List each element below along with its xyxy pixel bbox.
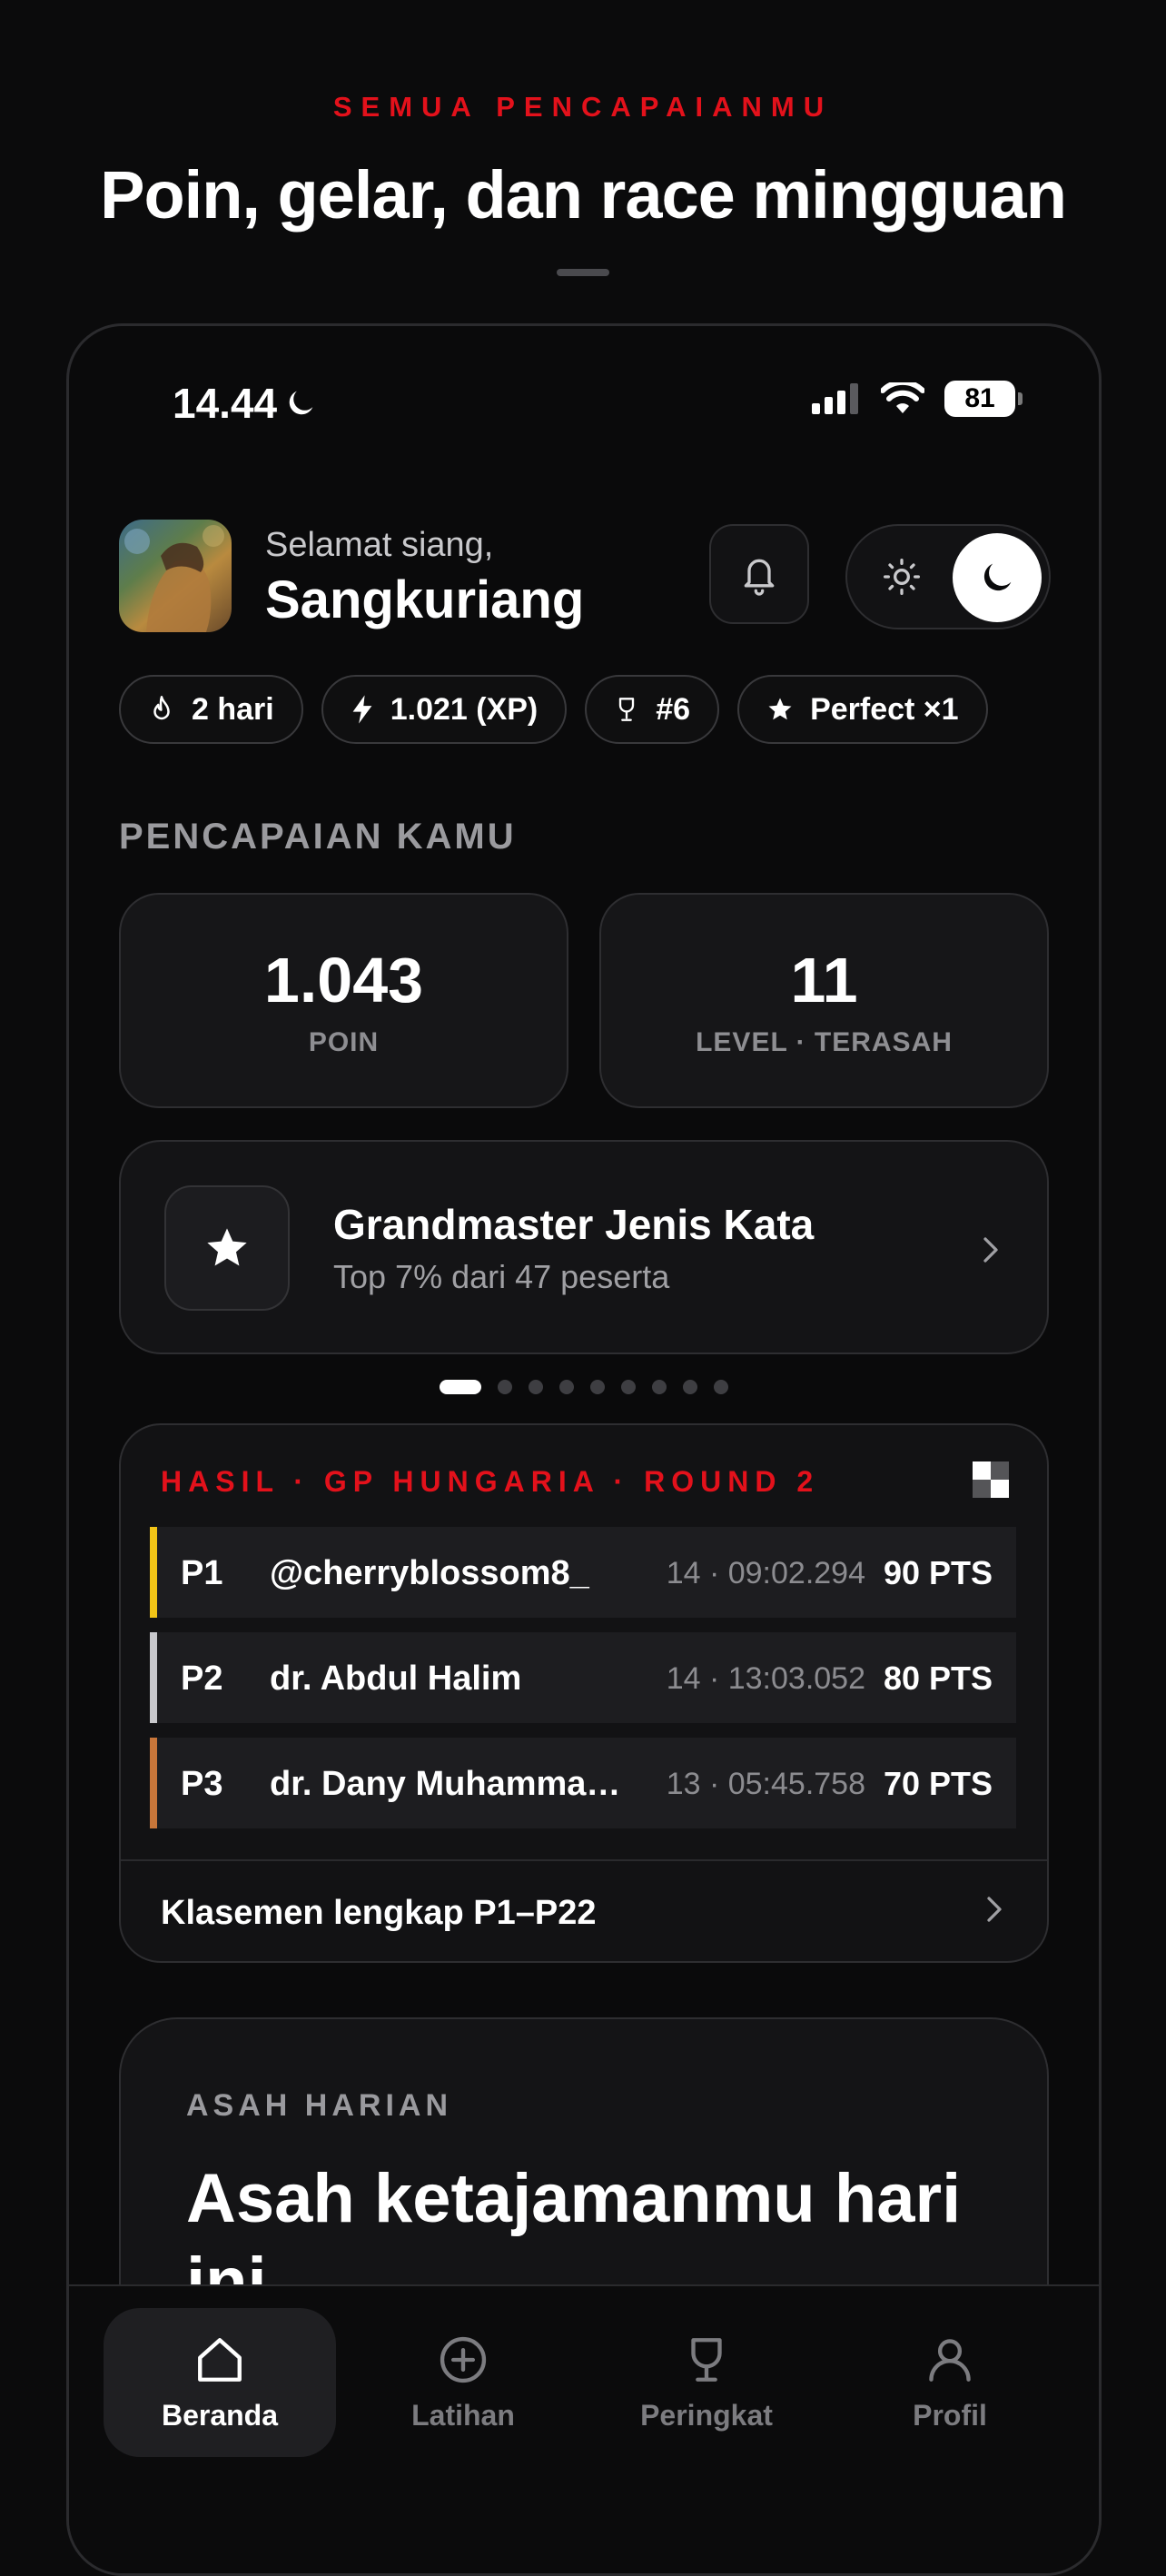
plus-circle-icon: [440, 2336, 487, 2383]
trophy-icon: [619, 698, 635, 721]
grabber-handle: [557, 269, 609, 276]
pager-dot[interactable]: [590, 1380, 605, 1394]
achievements-section-label: PENCAPAIAN KAMU: [119, 817, 517, 857]
podium-bar-bronze: [150, 1738, 157, 1828]
tab-label: Beranda: [161, 2398, 279, 2432]
bell-icon: [744, 559, 775, 596]
pager-dot[interactable]: [529, 1380, 543, 1394]
dark-mode-knob[interactable]: [953, 533, 1042, 622]
trophy-icon: [691, 2337, 722, 2382]
star-icon: [768, 698, 792, 720]
moon-icon: [983, 563, 1012, 591]
level-label: LEVEL · TERASAH: [696, 1026, 953, 1057]
level-value: 11: [790, 944, 858, 1016]
checkered-flag-icon: [973, 1461, 1009, 1498]
chip-xp-label: 1.021 (XP): [390, 691, 539, 727]
result-points: 80 PTS: [883, 1660, 993, 1697]
result-name: dr. Dany Muhammad…: [270, 1765, 633, 1803]
bottom-tab-bar: Beranda Latihan Peringkat Profil: [69, 2284, 1099, 2573]
full-standings-label: Klasemen lengkap P1–P22: [161, 1894, 597, 1932]
title-badge: [164, 1185, 290, 1311]
chip-rank-label: #6: [656, 691, 691, 727]
result-time: 14 · 13:03.052: [666, 1661, 865, 1696]
full-standings-link[interactable]: Klasemen lengkap P1–P22: [121, 1859, 1047, 1961]
results-heading: HASIL · GP HUNGARIA · ROUND 2: [161, 1465, 820, 1498]
result-position: P2: [181, 1660, 223, 1698]
battery-level: 81: [964, 383, 995, 413]
star-icon: [207, 1228, 247, 1266]
result-points: 90 PTS: [883, 1554, 993, 1591]
pager-dot[interactable]: [559, 1380, 574, 1394]
result-name: @cherryblossom8_: [270, 1554, 589, 1592]
result-position: P1: [181, 1554, 223, 1592]
pager-dot[interactable]: [683, 1380, 697, 1394]
avatar[interactable]: [119, 520, 232, 632]
carousel-pager[interactable]: [69, 1380, 1099, 1394]
stat-chips: 2 hari 1.021 (XP) #6 Perfect ×1: [119, 675, 988, 744]
pager-dot[interactable]: [714, 1380, 728, 1394]
chevron-right-icon: [983, 1237, 998, 1263]
wifi-icon: [881, 382, 924, 413]
flame-icon: [153, 696, 170, 720]
tab-label: Latihan: [411, 2398, 515, 2432]
points-card[interactable]: 1.043 POIN: [119, 893, 568, 1108]
chip-rank[interactable]: #6: [585, 675, 720, 744]
signal-icon: [812, 383, 858, 414]
bolt-icon: [352, 695, 372, 724]
title-subtitle: Top 7% dari 47 peserta: [333, 1258, 670, 1295]
result-name: dr. Abdul Halim: [270, 1660, 522, 1698]
result-points: 70 PTS: [883, 1765, 993, 1802]
chevron-right-icon: [987, 1897, 1002, 1922]
pager-dot[interactable]: [652, 1380, 667, 1394]
home-icon: [198, 2337, 242, 2382]
daily-label: ASAH HARIAN: [186, 2088, 452, 2123]
podium-bar-gold: [150, 1527, 157, 1618]
hero-headline: Poin, gelar, dan race mingguan: [100, 157, 1067, 233]
tab-peringkat[interactable]: Peringkat: [590, 2308, 823, 2457]
battery-indicator: 81: [944, 381, 1023, 417]
points-label: POIN: [308, 1026, 380, 1057]
pager-dot[interactable]: [498, 1380, 512, 1394]
result-position: P3: [181, 1765, 223, 1803]
level-card[interactable]: 11 LEVEL · TERASAH: [599, 893, 1049, 1108]
podium-bar-silver: [150, 1632, 157, 1723]
tab-label: Peringkat: [640, 2398, 773, 2432]
theme-toggle[interactable]: [845, 524, 1051, 629]
chip-perfect[interactable]: Perfect ×1: [737, 675, 988, 744]
title-name: Grandmaster Jenis Kata: [333, 1201, 815, 1248]
status-indicators: 81: [812, 381, 1023, 417]
result-row-p3[interactable]: P3 dr. Dany Muhammad… 13 · 05:45.758 70 …: [150, 1738, 1016, 1828]
status-time-text: 14.44: [173, 380, 278, 427]
race-results-card: HASIL · GP HUNGARIA · ROUND 2 P1 @cherry…: [119, 1423, 1049, 1963]
pager-dot[interactable]: [621, 1380, 636, 1394]
status-time: 14.44: [173, 379, 319, 428]
result-time: 13 · 05:45.758: [666, 1767, 865, 1801]
chip-streak-label: 2 hari: [192, 691, 274, 727]
moon-icon: [289, 391, 313, 415]
greeting-text: Selamat siang,: [265, 526, 494, 564]
tab-profil[interactable]: Profil: [834, 2308, 1066, 2457]
user-name: Sangkuriang: [265, 570, 585, 629]
tab-beranda[interactable]: Beranda: [104, 2308, 336, 2457]
hero-eyebrow: SEMUA PENCAPAIANMU: [332, 91, 834, 123]
tab-latihan[interactable]: Latihan: [347, 2308, 579, 2457]
sun-icon: [882, 557, 922, 597]
chip-xp[interactable]: 1.021 (XP): [321, 675, 568, 744]
result-time: 14 · 09:02.294: [666, 1556, 865, 1590]
pager-dot[interactable]: [440, 1380, 481, 1394]
title-card[interactable]: Grandmaster Jenis Kata Top 7% dari 47 pe…: [119, 1140, 1049, 1354]
tab-label: Profil: [913, 2398, 987, 2432]
notifications-button[interactable]: [709, 524, 809, 624]
user-icon: [929, 2338, 971, 2382]
result-row-p2[interactable]: P2 dr. Abdul Halim 14 · 13:03.052 80 PTS: [150, 1632, 1016, 1723]
phone-frame: 14.44 81 Selamat siang, Sangkuriang 2 ha…: [66, 323, 1102, 2576]
chip-perfect-label: Perfect ×1: [810, 691, 959, 727]
points-value: 1.043: [263, 944, 424, 1016]
result-row-p1[interactable]: P1 @cherryblossom8_ 14 · 09:02.294 90 PT…: [150, 1527, 1016, 1618]
chip-streak[interactable]: 2 hari: [119, 675, 303, 744]
